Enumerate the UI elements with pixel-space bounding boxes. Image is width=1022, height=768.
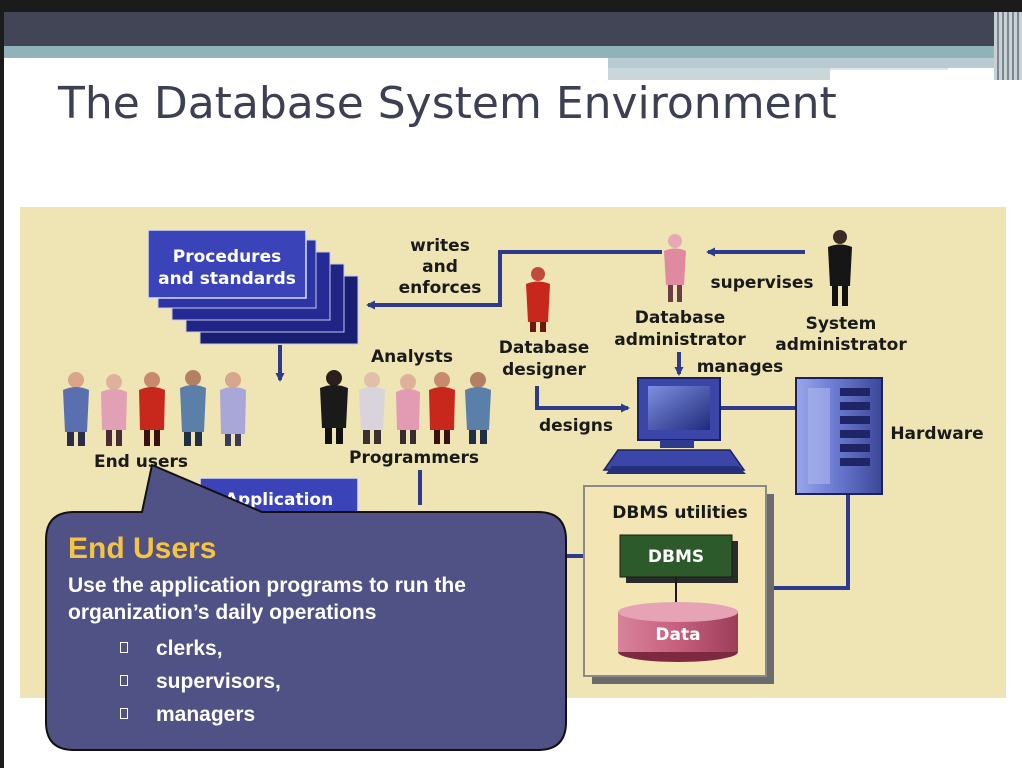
callout-description-line1: Use the application programs to run the [68,574,466,597]
list-item-text: clerks, [156,637,223,660]
list-item-text: supervisors, [156,670,281,693]
list-item: supervisors, [120,665,544,698]
callout-description: Use the application programs to run the … [68,572,544,626]
list-item-text: managers [156,703,256,726]
callout-list: clerks, supervisors, managers [68,632,544,731]
slide: The Database System Environment Procedur… [0,0,1022,768]
bullet-icon [120,642,128,653]
list-item: managers [120,698,544,731]
bullet-icon [120,675,128,686]
callout-title: End Users [68,532,217,565]
callout-description-line2: organization’s daily operations [68,601,377,624]
end-users-callout: End Users Use the application programs t… [46,512,566,750]
list-item: clerks, [120,632,544,665]
bullet-icon [120,708,128,719]
